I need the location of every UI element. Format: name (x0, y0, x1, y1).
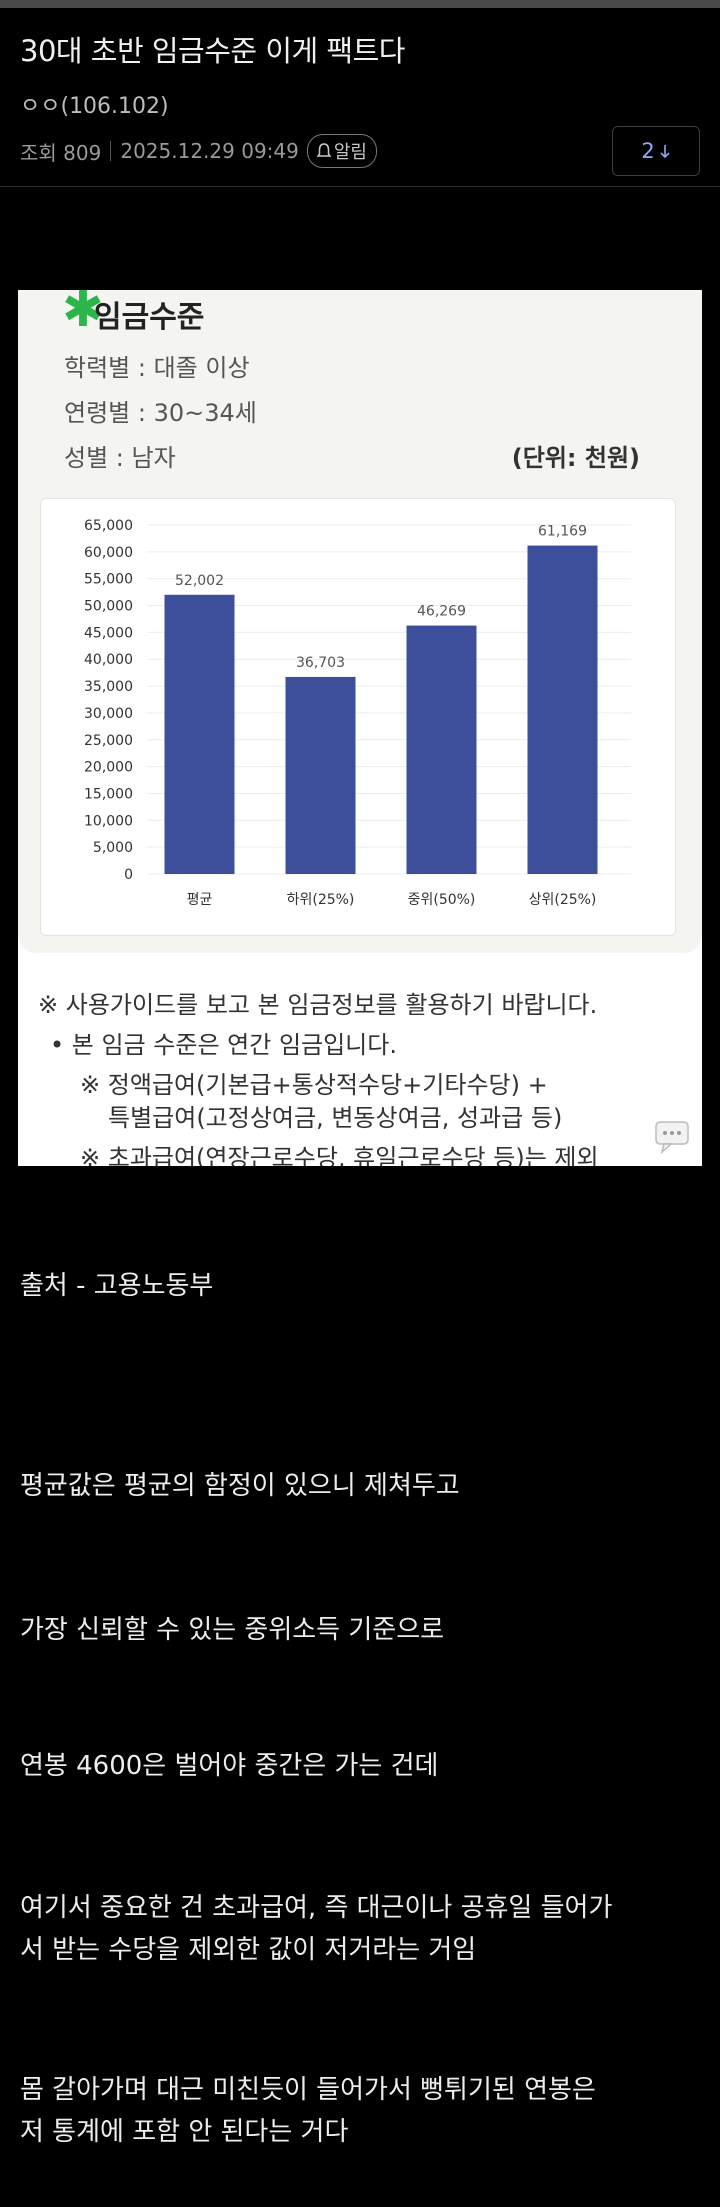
bar (164, 594, 235, 874)
paragraph-1: 평균값은 평균의 함정이 있으니 제쳐두고 (20, 1471, 460, 1501)
note-excluded: ※ 초과급여(연장근로수당, 휴일근로수당 등)는 제외 (80, 1144, 599, 1166)
y-tick-label: 50,000 (84, 599, 133, 615)
paragraph-3: 연봉 4600은 벌어야 중간은 가는 건데 (20, 1751, 439, 1781)
y-tick-label: 65,000 (84, 518, 133, 534)
y-tick-label: 40,000 (84, 652, 133, 668)
post-title: 30대 초반 임금수준 이게 팩트다 (20, 34, 405, 68)
post-date: 2025.12.29 09:49 (120, 139, 299, 163)
unit-label: (단위: 천원) (511, 444, 640, 472)
paragraph-4-line-1: 여기서 중요한 건 초과급여, 즉 대근이나 공휴일 들어가 (20, 1893, 613, 1923)
x-tick-label: 상위(25%) (529, 892, 597, 908)
y-tick-label: 35,000 (84, 679, 133, 695)
meta-divider (110, 141, 112, 161)
note-annual: • 본 임금 수준은 연간 임금입니다. (50, 1031, 397, 1059)
x-tick-label: 하위(25%) (287, 892, 355, 908)
note-included-1: ※ 정액급여(기본급+통상적수당+기타수당) + (80, 1071, 548, 1099)
paragraph-2: 가장 신뢰할 수 있는 중위소득 기준으로 (20, 1615, 445, 1645)
data-label: 46,269 (417, 604, 466, 620)
wage-panel: ✱ 임금수준 학력별 : 대졸 이상 연령별 : 30~34세 성별 : 남자 … (18, 290, 702, 953)
paragraph-5-line-2: 저 통계에 포함 안 된다는 거다 (20, 2117, 349, 2147)
view-count: 조회 809 (20, 140, 102, 165)
post-meta: 조회 809 2025.12.29 09:49 알림 (20, 134, 377, 168)
data-label: 52,002 (175, 573, 224, 589)
education-filter: 학력별 : 대졸 이상 (64, 354, 250, 382)
alarm-label: 알림 (333, 142, 367, 163)
bar (527, 545, 598, 874)
comment-count-button[interactable]: 2 (612, 126, 700, 176)
y-tick-label: 5,000 (93, 840, 133, 856)
y-tick-label: 25,000 (84, 733, 133, 749)
source-text: 출처 - 고용노동부 (20, 1271, 214, 1301)
y-tick-label: 45,000 (84, 625, 133, 641)
chart-svg: 0 5,000 10,000 15,000 20,000 25,000 30,000 35,0… (84, 518, 631, 908)
data-label: 61,169 (538, 524, 587, 540)
header-divider (0, 186, 720, 187)
bell-icon (316, 143, 331, 157)
comment-bubble-icon[interactable] (654, 1120, 690, 1154)
data-label: 36,703 (296, 655, 345, 671)
post-author[interactable]: ㅇㅇ(106.102) (20, 88, 169, 120)
comment-count: 2 (641, 139, 655, 163)
y-tick-label: 15,000 (84, 786, 133, 802)
wage-bar-chart: 0 5,000 10,000 15,000 20,000 25,000 30,000 35,0… (40, 498, 676, 936)
wage-image: ✱ 임금수준 학력별 : 대졸 이상 연령별 : 30~34세 성별 : 남자 … (18, 290, 702, 1166)
x-tick-label: 중위(50%) (408, 892, 476, 908)
paragraph-4-line-2: 서 받는 수당을 제외한 값이 저거라는 거임 (20, 1935, 477, 1965)
y-tick-label: 60,000 (84, 545, 133, 561)
gender-filter: 성별 : 남자 (64, 444, 176, 472)
alarm-button[interactable]: 알림 (306, 134, 377, 168)
y-tick-label: 30,000 (84, 706, 133, 722)
y-tick-label: 10,000 (84, 813, 133, 829)
y-tick-label: 20,000 (84, 760, 133, 776)
paragraph-5-line-1: 몸 갈아가며 대근 미친듯이 들어가서 뻥튀기된 연봉은 (20, 2075, 596, 2105)
age-filter: 연령별 : 30~34세 (64, 399, 257, 427)
image-title: 임금수준 (94, 300, 205, 335)
bar (285, 676, 356, 874)
x-tick-label: 평균 (187, 892, 213, 908)
top-bar (0, 0, 720, 8)
y-tick-label: 0 (124, 867, 133, 883)
bar (406, 625, 477, 874)
arrow-down-icon (660, 145, 670, 159)
note-included-2: 특별급여(고정상여금, 변동상여금, 성과급 등) (108, 1104, 563, 1132)
note-guide: ※ 사용가이드를 보고 본 임금정보를 활용하기 바랍니다. (38, 991, 598, 1019)
y-tick-label: 55,000 (84, 572, 133, 588)
